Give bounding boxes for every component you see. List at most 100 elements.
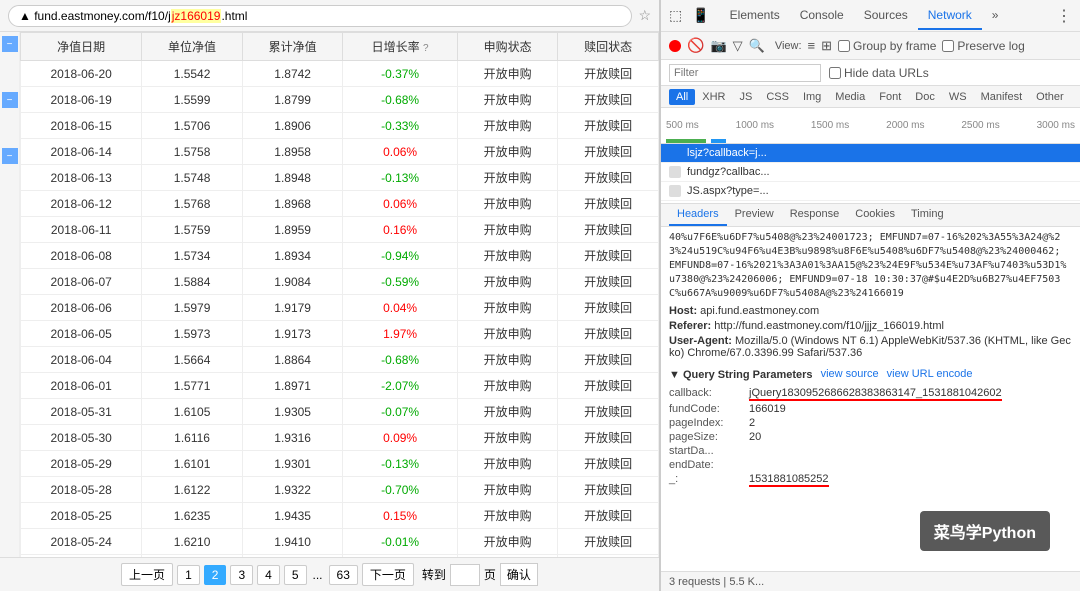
type-btn-other[interactable]: Other <box>1029 89 1071 105</box>
expand-btn-1[interactable]: − <box>2 36 18 52</box>
url-bar[interactable]: ▲ fund.eastmoney.com/f10/jjz166019.html <box>8 5 632 27</box>
nav-cell: 1.5599 <box>142 87 243 113</box>
col-cumulative: 累计净值 <box>242 33 343 61</box>
hide-data-urls-label[interactable]: Hide data URLs <box>829 66 929 80</box>
cumulative-cell: 1.9316 <box>242 425 343 451</box>
nav-cell: 1.6122 <box>142 477 243 503</box>
cumulative-cell: 1.8934 <box>242 243 343 269</box>
group-by-frame-label[interactable]: Group by frame <box>838 39 936 53</box>
table-row: 2018-06-011.57711.8971-2.07%开放申购开放赎回 <box>21 373 659 399</box>
preserve-log-label[interactable]: Preserve log <box>942 39 1024 53</box>
type-btn-css[interactable]: CSS <box>759 89 796 105</box>
page-btn-2[interactable]: 2 <box>204 565 227 585</box>
preserve-log-checkbox[interactable] <box>942 40 954 52</box>
next-page-btn[interactable]: 下一页 <box>362 563 414 586</box>
page-btn-last[interactable]: 63 <box>329 565 358 585</box>
growth-info-icon[interactable]: ? <box>423 43 429 54</box>
param-name: startDa... <box>669 445 749 457</box>
type-btn-manifest[interactable]: Manifest <box>974 89 1030 105</box>
type-btn-media[interactable]: Media <box>828 89 872 105</box>
search-icon[interactable]: 🔍 <box>749 38 765 54</box>
table-row: 2018-06-131.57481.8948-0.13%开放申购开放赎回 <box>21 165 659 191</box>
type-btn-js[interactable]: JS <box>732 89 759 105</box>
clear-btn[interactable]: 🚫 <box>687 37 704 54</box>
expand-btn-2[interactable]: − <box>2 92 18 108</box>
growth-rate-cell: 0.15% <box>343 503 457 529</box>
prev-page-btn[interactable]: 上一页 <box>121 563 173 586</box>
tab-console[interactable]: Console <box>790 2 854 30</box>
page-btn-3[interactable]: 3 <box>230 565 253 585</box>
param-row: pageSize:20 <box>669 431 1072 443</box>
type-btn-font[interactable]: Font <box>872 89 908 105</box>
type-btn-doc[interactable]: Doc <box>908 89 942 105</box>
headers-tab-preview[interactable]: Preview <box>727 204 782 226</box>
col-nav: 单位净值 <box>142 33 243 61</box>
page-btn-4[interactable]: 4 <box>257 565 280 585</box>
hide-data-urls-text: Hide data URLs <box>844 66 929 80</box>
view-grid-icon[interactable]: ⊞ <box>821 38 832 54</box>
request-item-1[interactable]: lsjz?callback=j... <box>661 144 1080 163</box>
view-url-encode-link[interactable]: view URL encode <box>887 368 973 380</box>
tab-network[interactable]: Network <box>918 2 982 30</box>
url-suffix: .html <box>221 9 247 23</box>
col-date: 净值日期 <box>21 33 142 61</box>
type-btn-all[interactable]: All <box>669 89 695 105</box>
subscribe-cell: 开放申购 <box>457 425 558 451</box>
req-indicator-3 <box>669 185 681 197</box>
type-btn-img[interactable]: Img <box>796 89 828 105</box>
headers-tab-cookies[interactable]: Cookies <box>847 204 903 226</box>
cumulative-cell: 1.9410 <box>242 529 343 555</box>
view-list-icon[interactable]: ≡ <box>808 38 816 53</box>
page-btn-1[interactable]: 1 <box>177 565 200 585</box>
redeem-cell: 开放赎回 <box>558 61 659 87</box>
filter-input[interactable] <box>669 64 821 82</box>
tab-sources[interactable]: Sources <box>854 2 918 30</box>
col-subscribe: 申购状态 <box>457 33 558 61</box>
date-cell: 2018-06-11 <box>21 217 142 243</box>
devtools-options-icon[interactable]: ⋮ <box>1056 6 1072 26</box>
page-btn-5[interactable]: 5 <box>284 565 307 585</box>
table-scroll-area[interactable]: 净值日期 单位净值 累计净值 日增长率 ? 申购状态 赎回状态 2018- <box>20 32 659 557</box>
date-cell: 2018-06-14 <box>21 139 142 165</box>
table-row: 2018-06-151.57061.8906-0.33%开放申购开放赎回 <box>21 113 659 139</box>
headers-tab-timing[interactable]: Timing <box>903 204 952 226</box>
type-btn-xhr[interactable]: XHR <box>695 89 732 105</box>
subscribe-cell: 开放申购 <box>457 451 558 477</box>
request-item-2[interactable]: fundgz?callbac... <box>661 163 1080 182</box>
req-name-3: JS.aspx?type=... <box>687 185 769 197</box>
hide-data-urls-checkbox[interactable] <box>829 67 841 79</box>
group-by-frame-checkbox[interactable] <box>838 40 850 52</box>
headers-tab-response[interactable]: Response <box>782 204 848 226</box>
record-btn[interactable] <box>669 40 681 52</box>
headers-tab-headers[interactable]: Headers <box>669 204 727 226</box>
request-list: lsjz?callback=j... fundgz?callbac... JS.… <box>661 144 1080 204</box>
tab-more[interactable]: » <box>982 2 1009 30</box>
cursor-icon[interactable]: ⬚ <box>669 7 682 24</box>
star-icon[interactable]: ☆ <box>638 7 651 24</box>
headers-panel: Headers Preview Response Cookies Timing … <box>661 204 1080 571</box>
subscribe-cell: 开放申购 <box>457 139 558 165</box>
filter-icon[interactable]: ▽ <box>733 38 743 54</box>
cumulative-cell: 1.8864 <box>242 347 343 373</box>
timeline-label-5: 2500 ms <box>961 120 999 131</box>
cumulative-cell: 1.9322 <box>242 477 343 503</box>
view-source-link[interactable]: view source <box>821 368 879 380</box>
tab-elements[interactable]: Elements <box>720 2 790 30</box>
mobile-icon[interactable]: 📱 <box>692 7 709 24</box>
request-item-3[interactable]: JS.aspx?type=... <box>661 182 1080 201</box>
confirm-goto-btn[interactable]: 确认 <box>500 563 538 586</box>
filter-bar: Hide data URLs <box>661 60 1080 86</box>
goto-input[interactable] <box>450 564 480 586</box>
col-growth: 日增长率 ? <box>343 33 457 61</box>
subscribe-cell: 开放申购 <box>457 347 558 373</box>
referer-value: http://fund.eastmoney.com/f10/jjjz_16601… <box>714 320 944 332</box>
type-btn-ws[interactable]: WS <box>942 89 974 105</box>
nav-cell: 1.5542 <box>142 61 243 87</box>
camera-icon[interactable]: 📷 <box>710 38 726 54</box>
param-value: 1531881085252 <box>749 473 829 487</box>
goto-label: 转到 <box>422 566 446 583</box>
table-row: 2018-06-201.55421.8742-0.37%开放申购开放赎回 <box>21 61 659 87</box>
expand-btn-3[interactable]: − <box>2 148 18 164</box>
cumulative-cell: 1.9301 <box>242 451 343 477</box>
fund-table: 净值日期 单位净值 累计净值 日增长率 ? 申购状态 赎回状态 2018- <box>20 32 659 557</box>
